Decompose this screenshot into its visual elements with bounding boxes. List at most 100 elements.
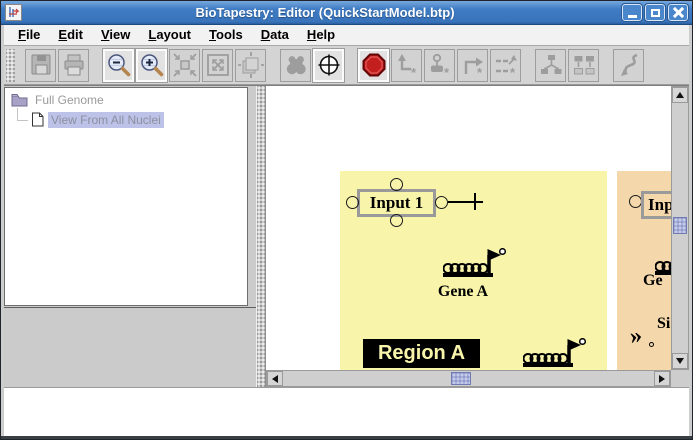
parallel-layout-button[interactable] — [568, 49, 599, 82]
minimize-button[interactable] — [622, 4, 642, 21]
center-crosshair-button[interactable] — [313, 49, 344, 82]
tree-item-full-genome[interactable]: Full Genome — [5, 91, 247, 108]
tree-item-label: View From All Nuclei — [48, 112, 164, 128]
window-title: BioTapestry: Editor (QuickStartModel.btp… — [28, 5, 622, 20]
selection-handle-bottom[interactable] — [390, 214, 403, 227]
menu-layout[interactable]: Layout — [139, 26, 200, 44]
add-module-icon: * — [493, 52, 519, 78]
titlebar: BioTapestry: Editor (QuickStartModel.btp… — [1, 1, 692, 25]
svg-text:*: * — [411, 65, 417, 78]
zoom-to-fit-button[interactable] — [202, 49, 233, 82]
vertical-scroll-thumb[interactable] — [673, 217, 687, 234]
zoom-to-fit-icon — [205, 52, 231, 78]
tree-item-label: Full Genome — [32, 92, 107, 108]
add-gene-icon: * — [460, 52, 486, 78]
zoom-out-icon — [106, 52, 132, 78]
add-link-button[interactable]: * — [391, 49, 422, 82]
zoom-in-button[interactable] — [136, 49, 167, 82]
arrow-left-icon — [272, 375, 278, 383]
relayout-curve-icon — [616, 52, 642, 78]
signal-label: Si — [657, 315, 670, 333]
close-button[interactable] — [668, 4, 688, 21]
zoom-in-icon — [139, 52, 165, 78]
toolbar: * * * * — [4, 46, 689, 85]
vertical-scrollbar[interactable] — [671, 86, 689, 370]
center-crosshair-icon — [316, 52, 342, 78]
gene-a-glyph[interactable] — [443, 248, 507, 278]
arrow-up-icon — [676, 92, 684, 98]
vertical-scroll-track[interactable] — [672, 103, 688, 353]
add-gene-button[interactable]: * — [457, 49, 488, 82]
main-area: Full Genome View From All Nuclei Input 1 — [4, 85, 689, 387]
menu-edit[interactable]: Edit — [49, 26, 92, 44]
minimize-icon — [628, 15, 637, 18]
selection-handle-left[interactable] — [346, 196, 359, 209]
status-bar — [4, 387, 689, 436]
gene-a-label: Gene A — [413, 283, 513, 301]
zoom-to-all-icon — [238, 52, 264, 78]
input-1-label: Input 1 — [370, 193, 423, 213]
selection-handle-top[interactable] — [390, 178, 403, 191]
network-tree-button[interactable] — [535, 49, 566, 82]
zoom-out-button[interactable] — [103, 49, 134, 82]
maximize-button[interactable] — [645, 4, 665, 21]
model-tree-panel: Full Genome View From All Nuclei — [4, 86, 256, 387]
scroll-up-button[interactable] — [672, 87, 688, 103]
network-tree-icon — [538, 52, 564, 78]
window-bottom-frame — [1, 436, 692, 439]
horizontal-scrollbar[interactable] — [266, 370, 671, 387]
add-node-button[interactable]: * — [424, 49, 455, 82]
gene-glyph-2[interactable] — [523, 338, 587, 368]
add-module-button[interactable]: * — [490, 49, 521, 82]
close-icon — [673, 7, 684, 18]
biotapestry-logo-icon — [7, 6, 20, 19]
scrollbar-corner — [671, 370, 689, 387]
menu-tools[interactable]: Tools — [200, 26, 252, 44]
menu-file[interactable]: File — [9, 26, 49, 44]
zoom-to-model-button[interactable] — [169, 49, 200, 82]
print-icon — [61, 52, 87, 78]
scroll-down-button[interactable] — [672, 353, 688, 369]
zoom-to-all-button[interactable] — [235, 49, 266, 82]
zoom-to-model-icon — [172, 52, 198, 78]
scroll-left-button[interactable] — [267, 371, 283, 386]
svg-text:*: * — [510, 65, 516, 78]
add-node-icon: * — [427, 52, 453, 78]
menu-data[interactable]: Data — [252, 26, 298, 44]
add-link-icon: * — [394, 52, 420, 78]
window-controls — [622, 4, 688, 21]
input-2-node[interactable]: Inp — [641, 191, 671, 219]
horizontal-scroll-thumb[interactable] — [451, 372, 471, 385]
folder-icon — [11, 93, 28, 107]
menu-view[interactable]: View — [92, 26, 139, 44]
region-a-banner[interactable]: Region A — [363, 339, 480, 368]
relayout-curve-button[interactable] — [613, 49, 644, 82]
tree-item-view-from-all-nuclei[interactable]: View From All Nuclei — [5, 111, 247, 128]
app-window: BioTapestry: Editor (QuickStartModel.btp… — [0, 0, 693, 440]
scroll-right-button[interactable] — [654, 371, 670, 386]
signal-ring-glyph — [649, 342, 654, 347]
menubar: FileEditViewLayoutToolsDataHelp — [4, 25, 689, 46]
svg-text:*: * — [477, 65, 483, 78]
menu-help[interactable]: Help — [298, 26, 344, 44]
search-button[interactable] — [280, 49, 311, 82]
maximize-icon — [651, 9, 660, 17]
parallel-layout-icon — [571, 52, 597, 78]
save-icon — [28, 52, 54, 78]
gene-b-label: Ge — [643, 272, 663, 290]
input-1-node[interactable]: Input 1 — [357, 189, 436, 217]
stop-button[interactable] — [358, 49, 389, 82]
arrow-down-icon — [676, 358, 684, 364]
document-icon — [31, 112, 44, 127]
selection-handle-right[interactable] — [435, 196, 448, 209]
app-icon — [5, 4, 22, 21]
toolbar-drag-handle[interactable] — [6, 49, 15, 82]
arrow-right-icon — [659, 375, 665, 383]
search-icon — [283, 52, 309, 78]
save-button[interactable] — [25, 49, 56, 82]
link-end-cross-v — [474, 193, 476, 210]
svg-text:*: * — [444, 65, 450, 78]
print-button[interactable] — [58, 49, 89, 82]
split-pane-divider[interactable] — [256, 86, 266, 387]
horizontal-scroll-track[interactable] — [283, 371, 654, 386]
